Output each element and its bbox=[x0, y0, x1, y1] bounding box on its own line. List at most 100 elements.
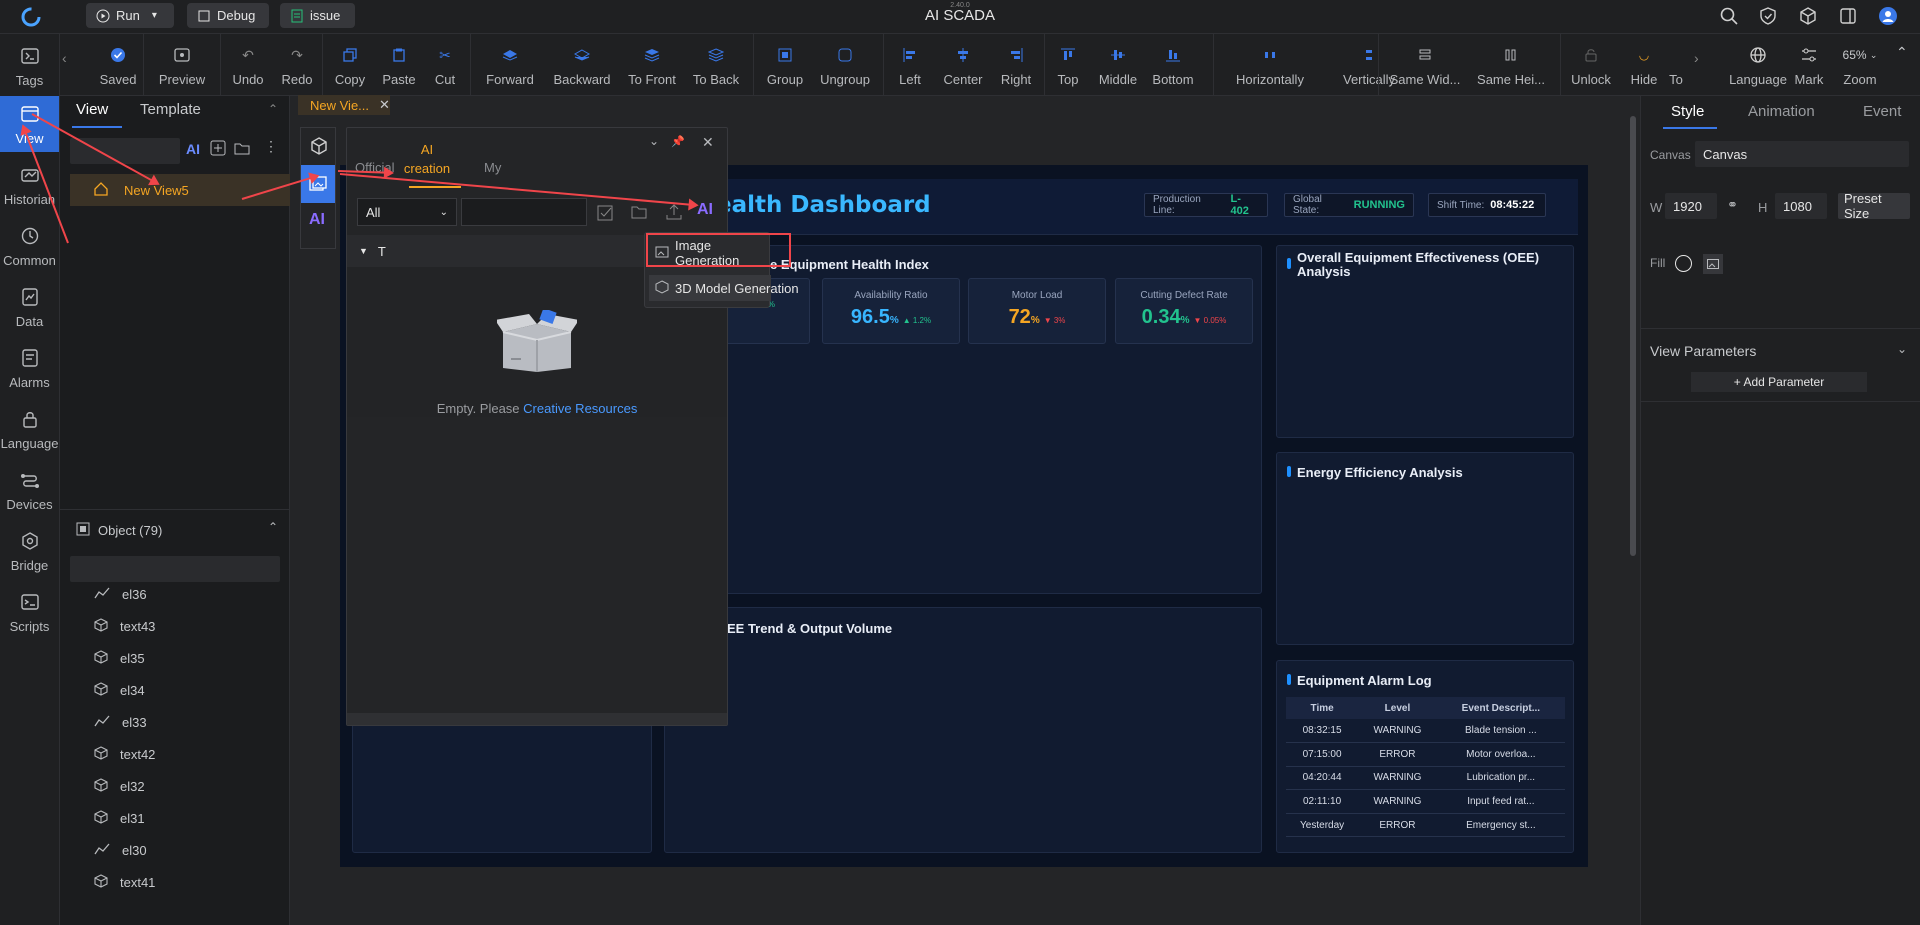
nav-historian[interactable]: Historian bbox=[0, 157, 59, 213]
object-list-item[interactable]: el34 bbox=[94, 674, 145, 706]
issue-button[interactable]: issue bbox=[280, 3, 355, 28]
align-middle-button[interactable]: Middle bbox=[1093, 44, 1143, 94]
undo-button[interactable]: ↶ Undo bbox=[223, 44, 273, 94]
cube-icon[interactable] bbox=[310, 137, 328, 158]
collapse-icon[interactable]: ⌄ bbox=[649, 134, 659, 148]
nav-data[interactable]: Data bbox=[0, 279, 59, 335]
object-header[interactable]: Object (79) bbox=[76, 520, 162, 540]
preview-button[interactable]: Preview bbox=[152, 44, 212, 94]
collapse-objects-icon[interactable]: ⌃ bbox=[268, 520, 278, 534]
nav-scripts[interactable]: Scripts bbox=[0, 584, 59, 640]
tab-view[interactable]: View bbox=[76, 101, 108, 118]
chevron-down-icon[interactable]: ⌄ bbox=[1897, 342, 1907, 356]
mark-button[interactable]: Mark bbox=[1792, 44, 1826, 94]
distribute-horizontally-button[interactable]: Horizontally bbox=[1222, 44, 1318, 94]
cube-icon[interactable] bbox=[1796, 4, 1820, 28]
shield-icon[interactable] bbox=[1756, 4, 1780, 28]
add-parameter-button[interactable]: + Add Parameter bbox=[1691, 372, 1867, 392]
fill-image-icon[interactable] bbox=[1703, 254, 1723, 274]
vertical-scrollbar[interactable] bbox=[1630, 116, 1636, 556]
tree-item-new-view5[interactable]: New View5 bbox=[94, 174, 189, 206]
tab-style[interactable]: Style bbox=[1671, 103, 1704, 120]
redo-button[interactable]: ↷ Redo bbox=[272, 44, 322, 94]
user-avatar-icon[interactable] bbox=[1876, 4, 1900, 28]
cut-button[interactable]: ✂ Cut bbox=[428, 44, 462, 94]
same-height-button[interactable]: Same Hei... bbox=[1476, 44, 1546, 94]
add-icon[interactable] bbox=[210, 140, 226, 156]
ungroup-button[interactable]: Ungroup bbox=[815, 44, 875, 94]
object-list-item[interactable]: el30 bbox=[94, 834, 147, 866]
align-top-button[interactable]: Top bbox=[1050, 44, 1086, 94]
to-back-button[interactable]: To Back bbox=[686, 44, 746, 94]
hide-button[interactable]: ◡ Hide bbox=[1626, 44, 1662, 94]
preset-size-button[interactable]: Preset Size bbox=[1838, 191, 1910, 221]
ai-icon[interactable]: AI bbox=[186, 141, 200, 157]
paste-button[interactable]: Paste bbox=[377, 44, 421, 94]
nav-alarms[interactable]: Alarms bbox=[0, 340, 59, 396]
document-tab[interactable]: New Vie... ✕ bbox=[298, 95, 390, 115]
tab-ai-creation[interactable]: AI creation bbox=[402, 140, 452, 178]
ai-icon[interactable]: AI bbox=[309, 211, 325, 229]
height-field[interactable]: 1080 bbox=[1775, 193, 1827, 219]
tab-animation[interactable]: Animation bbox=[1748, 103, 1815, 120]
object-list-item[interactable]: text43 bbox=[94, 610, 155, 642]
debug-button[interactable]: Debug bbox=[187, 3, 269, 28]
language-button[interactable]: Language bbox=[1729, 44, 1787, 94]
zoom-select[interactable]: 65% ⌄ bbox=[1843, 44, 1878, 66]
pin-icon[interactable]: 📌 bbox=[671, 135, 685, 148]
object-list-item[interactable]: el32 bbox=[94, 770, 145, 802]
more-icon[interactable]: ⋮ bbox=[264, 138, 278, 155]
tab-template[interactable]: Template bbox=[140, 101, 201, 118]
object-list-item[interactable]: el31 bbox=[94, 802, 145, 834]
object-list-item[interactable]: el35 bbox=[94, 642, 145, 674]
table-row[interactable]: 08:32:15 WARNING Blade tension ... bbox=[1286, 719, 1565, 744]
search-icon[interactable] bbox=[1717, 4, 1741, 28]
tab-event[interactable]: Event bbox=[1863, 103, 1901, 120]
table-row[interactable]: 02:11:10 WARNING Input feed rat... bbox=[1286, 789, 1565, 814]
layout-icon[interactable] bbox=[1836, 4, 1860, 28]
group-button[interactable]: Group bbox=[760, 44, 810, 94]
menu-3d-model-generation[interactable]: 3D Model Generation bbox=[649, 275, 799, 301]
nav-devices[interactable]: Devices bbox=[0, 462, 59, 518]
unlock-button[interactable]: Unlock bbox=[1566, 44, 1616, 94]
object-list-item[interactable]: el33 bbox=[94, 706, 147, 738]
collapse-toolbar-icon[interactable]: ⌃ bbox=[1896, 44, 1908, 61]
to-front-button[interactable]: To Front bbox=[622, 44, 682, 94]
nav-bridge[interactable]: Bridge bbox=[0, 523, 59, 579]
forward-button[interactable]: Forward bbox=[480, 44, 540, 94]
saved-button[interactable]: Saved bbox=[92, 44, 144, 94]
select-all-icon[interactable] bbox=[597, 203, 615, 224]
filter-select[interactable]: All ⌄ bbox=[357, 198, 457, 226]
close-tab-icon[interactable]: ✕ bbox=[379, 97, 390, 113]
copy-button[interactable]: Copy bbox=[330, 44, 370, 94]
to-button[interactable]: To bbox=[1666, 44, 1686, 94]
align-left-button[interactable]: Left bbox=[890, 44, 930, 94]
link-icon[interactable]: ⚭ bbox=[1727, 197, 1738, 213]
run-button[interactable]: Run ▾ bbox=[86, 3, 174, 28]
folder-icon[interactable] bbox=[234, 140, 250, 156]
canvas-name-field[interactable]: Canvas bbox=[1695, 141, 1909, 167]
object-list-item[interactable]: el36 bbox=[94, 578, 147, 610]
fill-color-swatch[interactable] bbox=[1675, 255, 1692, 272]
width-field[interactable]: 1920 bbox=[1665, 193, 1717, 219]
tab-my[interactable]: My bbox=[484, 160, 501, 175]
library-search-input[interactable] bbox=[461, 198, 587, 226]
object-list-item[interactable]: text41 bbox=[94, 866, 155, 898]
scroll-left-icon[interactable]: ‹ bbox=[62, 50, 76, 66]
scroll-right-icon[interactable]: › bbox=[1694, 50, 1708, 66]
object-list-item[interactable]: text42 bbox=[94, 738, 155, 770]
upload-icon[interactable] bbox=[665, 203, 683, 224]
nav-language[interactable]: Language bbox=[0, 401, 59, 457]
open-folder-icon[interactable] bbox=[631, 204, 649, 223]
backward-button[interactable]: Backward bbox=[547, 44, 617, 94]
same-width-button[interactable]: Same Wid... bbox=[1390, 44, 1460, 94]
view-search-input[interactable] bbox=[70, 138, 180, 164]
nav-common[interactable]: Common bbox=[0, 218, 59, 274]
align-bottom-button[interactable]: Bottom bbox=[1148, 44, 1198, 94]
table-row[interactable]: 04:20:44 WARNING Lubrication pr... bbox=[1286, 766, 1565, 791]
table-row[interactable]: Yesterday ERROR Emergency st... bbox=[1286, 813, 1565, 838]
align-right-button[interactable]: Right bbox=[993, 44, 1039, 94]
align-center-button[interactable]: Center bbox=[938, 44, 988, 94]
ai-generate-icon[interactable]: AI bbox=[697, 201, 713, 219]
app-logo[interactable] bbox=[20, 6, 42, 28]
